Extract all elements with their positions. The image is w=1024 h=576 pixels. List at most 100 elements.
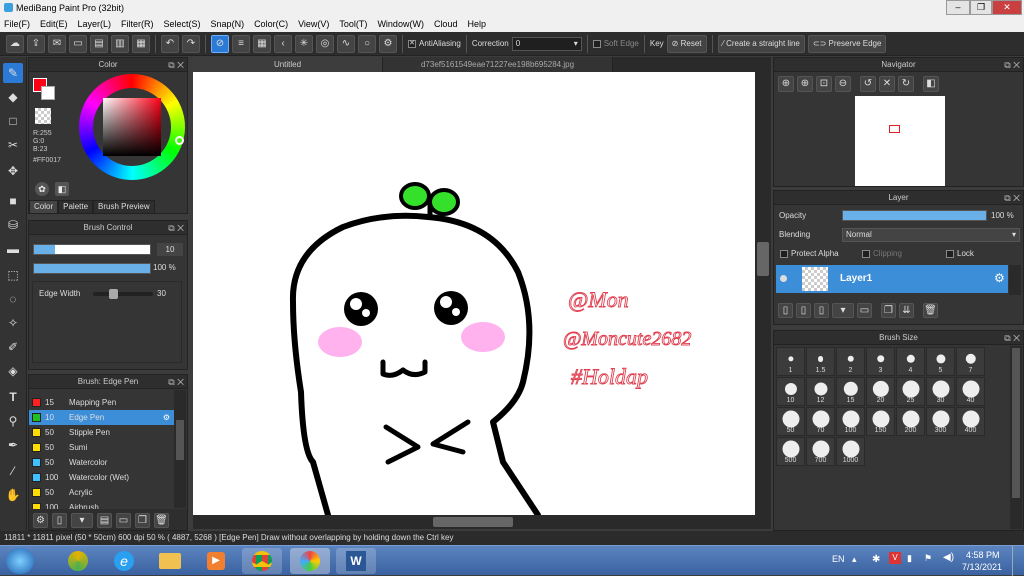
hue-wheel[interactable] (79, 74, 185, 180)
tab-palette[interactable]: Palette (58, 200, 94, 214)
cross-snap-icon[interactable]: ▦ (253, 34, 271, 53)
network-icon[interactable]: ▮ (907, 553, 912, 564)
fit-window-icon[interactable]: ⊡ (816, 76, 832, 92)
transparent-color-swatch[interactable] (35, 108, 51, 124)
tab-untitled[interactable]: Untitled (193, 57, 383, 72)
merge-down-icon[interactable]: ⇊ (899, 303, 914, 318)
magic-wand-tool-icon[interactable]: ✧ (3, 313, 23, 333)
start-button[interactable] (6, 548, 34, 574)
brush-tool-icon[interactable]: ✎ (3, 63, 23, 83)
dot-tool-icon[interactable]: □ (3, 111, 23, 131)
brush-size-option[interactable]: 25 (896, 377, 925, 406)
new-8bit-layer-icon[interactable]: ▯ (796, 303, 811, 318)
flip-icon[interactable]: ◧ (923, 76, 939, 92)
brush-settings-icon[interactable]: ▤ (97, 513, 112, 528)
new-brush-icon[interactable]: ▯ (52, 513, 67, 528)
menu-select[interactable]: Select(S) (164, 16, 201, 32)
palette-icon[interactable]: ✿ (35, 182, 49, 196)
soft-edge-checkbox[interactable]: Soft Edge (592, 39, 639, 48)
comment-icon[interactable]: ✉ (48, 34, 66, 53)
zoom-in-icon[interactable]: ⊕ (778, 76, 794, 92)
brush-size-option[interactable]: 150 (866, 407, 895, 436)
eye-visibility-icon[interactable] (780, 275, 787, 282)
close-icon[interactable]: ⧉ ✕ (168, 221, 184, 235)
lock-checkbox[interactable]: Lock (946, 249, 974, 258)
redo-icon[interactable]: ↷ (182, 34, 200, 53)
brush-size-option[interactable]: 3 (866, 347, 895, 376)
brush-opacity-slider[interactable] (33, 263, 151, 274)
tab-brush-preview[interactable]: Brush Preview (93, 200, 155, 214)
cloud-icon[interactable]: ☁ (6, 34, 24, 53)
grid-icon[interactable]: ▦ (132, 34, 150, 53)
operation-tool-icon[interactable]: ⚲ (3, 411, 23, 431)
protect-alpha-checkbox[interactable]: Protect Alpha (780, 249, 839, 258)
brush-list-scrollbar[interactable] (174, 390, 186, 508)
select-tool-icon[interactable]: ⬚ (3, 265, 23, 285)
close-icon[interactable]: ⧉ ✕ (1004, 331, 1020, 345)
folder-icon[interactable]: ▭ (116, 513, 131, 528)
layer-scrollbar[interactable] (1009, 265, 1021, 295)
reset-rotation-icon[interactable]: ✕ (879, 76, 895, 92)
brush-size-option[interactable]: 20 (866, 377, 895, 406)
trash-icon[interactable]: 🗑 (154, 513, 169, 528)
brush-list-item[interactable]: 50 Watercolor (29, 455, 174, 470)
rotate-left-icon[interactable]: ↺ (860, 76, 876, 92)
menu-color[interactable]: Color(C) (254, 16, 288, 32)
media-player-taskbar-icon[interactable]: ▶ (196, 548, 236, 574)
zoom-out-icon[interactable]: ⊖ (835, 76, 851, 92)
brush-menu-icon[interactable]: ▾ (71, 513, 93, 528)
brush-list-item[interactable]: 50 Stipple Pen (29, 425, 174, 440)
layer-folder-icon[interactable]: ▭ (857, 303, 872, 318)
close-button[interactable]: ✕ (992, 0, 1022, 15)
saturation-value-square[interactable] (103, 98, 161, 156)
brush-settings-gear-icon[interactable]: ⚙ (163, 410, 170, 425)
add-brush-icon[interactable]: ⚙ (33, 513, 48, 528)
brush-size-option[interactable]: 12 (806, 377, 835, 406)
close-icon[interactable]: ⧉ ✕ (168, 58, 184, 72)
drawing-canvas[interactable]: @Mon @Moncute2682 #Holdap (193, 72, 755, 518)
brush-size-option[interactable]: 40 (956, 377, 985, 406)
close-icon[interactable]: ⧉ ✕ (168, 375, 184, 389)
brush-list-item[interactable]: 15 Mapping Pen (29, 395, 174, 410)
brush-size-option[interactable]: 500 (776, 437, 805, 466)
menu-cloud[interactable]: Cloud (434, 16, 458, 32)
straight-line-button[interactable]: ⁄ Create a straight line (717, 34, 805, 53)
layer-menu-icon[interactable]: ▾ (832, 303, 854, 318)
tab-image-file[interactable]: d73ef5161549eae71227ee198b695284.jpg (383, 57, 613, 72)
divide-tool-icon[interactable]: ✒ (3, 435, 23, 455)
language-indicator[interactable]: EN (832, 554, 845, 564)
circle-snap-icon[interactable]: ◎ (316, 34, 334, 53)
file-explorer-taskbar-icon[interactable] (150, 548, 190, 574)
fill-rect-tool-icon[interactable]: ■ (3, 191, 23, 211)
menu-help[interactable]: Help (467, 16, 486, 32)
navigator-preview[interactable] (855, 96, 945, 186)
minimize-button[interactable]: ‒ (946, 0, 970, 15)
share-icon[interactable]: ⇪ (27, 34, 45, 53)
menu-filter[interactable]: Filter(R) (121, 16, 154, 32)
brush-size-option[interactable]: 15 (836, 377, 865, 406)
brush-list-item[interactable]: 100 Watercolor (Wet) (29, 470, 174, 485)
chrome-canary-taskbar-icon[interactable] (58, 548, 98, 574)
layer-settings-gear-icon[interactable]: ⚙ (994, 271, 1005, 285)
antialiasing-checkbox[interactable]: ✕ AntiAliasing (408, 39, 461, 48)
snap-off-icon[interactable]: ⊘ (211, 34, 229, 53)
menu-layer[interactable]: Layer(L) (78, 16, 112, 32)
layer-row[interactable]: Layer1 ⚙ (776, 265, 1008, 293)
canvas-horizontal-scrollbar[interactable] (193, 515, 771, 529)
medibang-taskbar-icon[interactable] (290, 548, 330, 574)
trash-icon[interactable]: 🗑 (923, 303, 938, 318)
internet-explorer-taskbar-icon[interactable]: e (104, 548, 144, 574)
edge-width-thumb[interactable] (109, 289, 118, 299)
bluetooth-icon[interactable]: ✱ (872, 554, 880, 565)
close-icon[interactable]: ⧉ ✕ (1004, 58, 1020, 72)
brush-size-option[interactable]: 1000 (836, 437, 865, 466)
gradient-tool-icon[interactable]: ▬ (3, 239, 23, 259)
brush-size-option[interactable]: 7 (956, 347, 985, 376)
restore-button[interactable]: ❐ (970, 0, 992, 15)
brush-size-option[interactable]: 100 (836, 407, 865, 436)
zoom-fit-icon[interactable]: ⊕ (797, 76, 813, 92)
duplicate-icon[interactable]: ❐ (135, 513, 150, 528)
brush-size-option[interactable]: 200 (896, 407, 925, 436)
parallel-snap-icon[interactable]: ≡ (232, 34, 250, 53)
text-tool-icon[interactable]: T (3, 387, 23, 407)
